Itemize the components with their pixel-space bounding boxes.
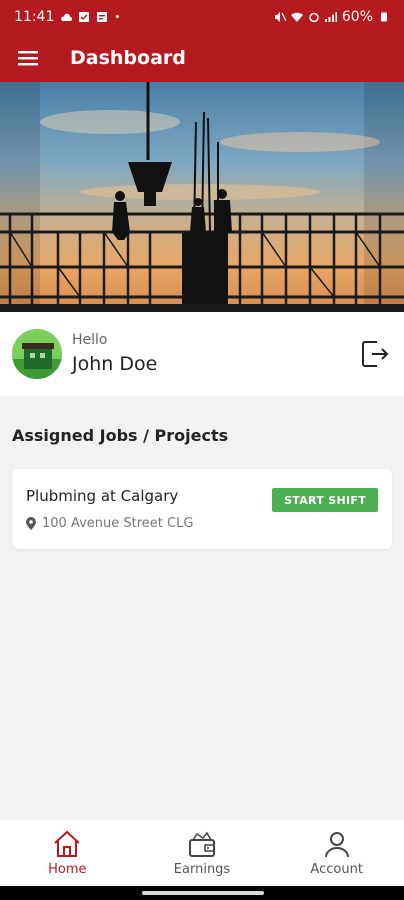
job-title: Plubming at Calgary [26, 487, 179, 505]
job-address: 100 Avenue Street CLG [26, 516, 193, 531]
cloud-icon [61, 13, 73, 21]
signal-icon [324, 12, 337, 22]
job-card[interactable]: Plubming at Calgary 100 Avenue Street CL… [12, 469, 392, 549]
avatar[interactable] [12, 329, 62, 379]
mute-icon [274, 12, 286, 22]
status-bar: 11:41 • 60% [0, 0, 404, 34]
app-screen: 11:41 • 60% Dashboard Hello John Doe Ass… [0, 0, 404, 900]
start-shift-button[interactable]: START SHIFT [272, 488, 378, 512]
section-title: Assigned Jobs / Projects [12, 426, 229, 445]
wifi-icon [290, 12, 303, 22]
nav-label-earnings: Earnings [173, 861, 231, 877]
alarm-icon [309, 12, 319, 22]
job-address-text: 100 Avenue Street CLG [42, 516, 194, 531]
home-gesture-handle[interactable] [142, 891, 264, 895]
hero-banner-image [0, 82, 404, 312]
user-name: John Doe [72, 353, 158, 375]
home-icon [54, 830, 81, 857]
calendar-icon [97, 12, 108, 22]
greeting-text: Hello [72, 332, 108, 348]
nav-label-account: Account [310, 861, 363, 877]
battery-percent: 60% [341, 9, 373, 25]
menu-button[interactable] [0, 34, 56, 82]
nav-label-home: Home [48, 861, 87, 877]
hamburger-icon [18, 51, 38, 66]
construction-site-image [0, 82, 404, 312]
user-icon [324, 831, 349, 857]
profile-photo [12, 329, 62, 379]
nav-item-home[interactable]: Home [0, 820, 135, 886]
system-gesture-bar [0, 886, 404, 900]
app-bar: Dashboard [0, 34, 404, 82]
logout-icon [362, 341, 389, 367]
status-time: 11:41 [14, 9, 55, 25]
checkbox-icon [79, 12, 90, 22]
user-profile-card: Hello John Doe [0, 312, 404, 396]
nav-item-earnings[interactable]: Earnings [135, 820, 270, 886]
dot-icon: • [114, 11, 121, 23]
battery-icon [381, 12, 387, 22]
page-title: Dashboard [70, 47, 186, 69]
location-pin-icon [26, 517, 36, 530]
logout-button[interactable] [358, 337, 392, 371]
wallet-icon [189, 831, 215, 857]
bottom-navigation: Home Earnings Account [0, 820, 404, 886]
nav-item-account[interactable]: Account [269, 820, 404, 886]
